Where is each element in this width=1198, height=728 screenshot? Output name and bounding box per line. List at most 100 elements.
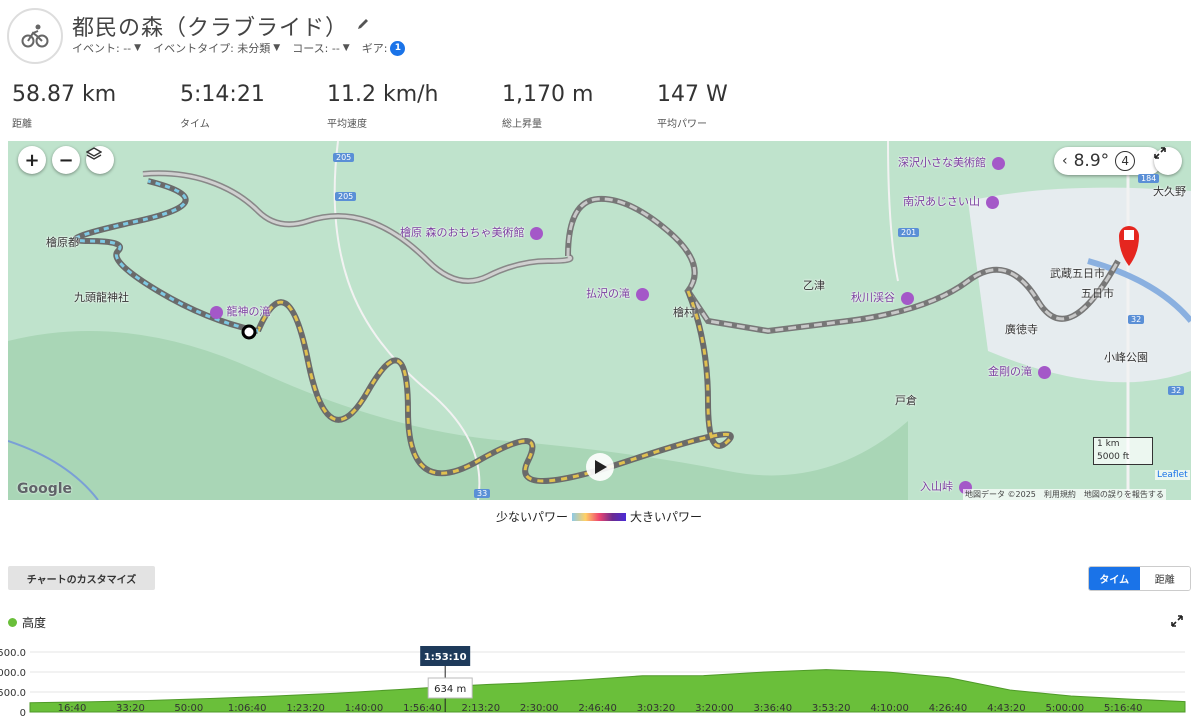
poi-icon (530, 226, 543, 240)
stat-avg-speed: 11.2 km/h 平均速度 (327, 82, 439, 130)
stat-label: 総上昇量 (502, 119, 542, 130)
x-tick-label: 3:20:00 (695, 703, 734, 714)
event-type-dropdown[interactable]: イベントタイプ: 未分類 ▼ (153, 40, 280, 56)
event-dropdown[interactable]: イベント: -- ▼ (72, 40, 141, 56)
toggle-time-button[interactable]: タイム (1089, 567, 1140, 590)
poi-label: 深沢小さな美術館 (898, 156, 986, 169)
poi-marker[interactable]: 龍神の滝 (208, 303, 271, 319)
gear-label: ギア: (361, 42, 388, 55)
course-dropdown[interactable]: コース: -- ▼ (292, 40, 350, 56)
x-tick-label: 2:13:20 (462, 703, 501, 714)
x-axis-toggle: タイム 距離 (1088, 566, 1191, 591)
poi-label: 払沢の滝 (586, 287, 630, 300)
legend-high: 大きいパワー (630, 510, 703, 524)
elevation-chart-title: 高度 (8, 614, 46, 631)
poi-marker[interactable]: 秋川渓谷 (851, 289, 914, 305)
bicycle-icon (21, 24, 49, 48)
gear-link[interactable]: ギア: 1 (362, 40, 406, 56)
x-tick-label: 4:26:40 (929, 703, 968, 714)
stat-time: 5:14:21 タイム (180, 82, 265, 130)
layers-icon (86, 147, 102, 160)
stat-label: タイム (180, 119, 210, 130)
tilt-control[interactable]: ‹ 8.9° 4 (1054, 147, 1162, 175)
road-shield: 33 (474, 489, 491, 498)
cursor-time-label: 1:53:10 (424, 652, 467, 663)
poi-icon (985, 195, 999, 209)
x-tick-label: 1:06:40 (228, 703, 267, 714)
x-tick-label: 50:00 (174, 703, 203, 714)
zoom-out-button[interactable]: − (52, 146, 80, 174)
poi-label: 金剛の滝 (988, 365, 1032, 378)
map-label: 乙津 (803, 279, 825, 292)
scale-km: 1 km (1093, 437, 1153, 451)
cycling-avatar (7, 8, 63, 64)
scale-ft: 5000 ft (1093, 451, 1153, 465)
x-tick-label: 33:20 (116, 703, 145, 714)
tilt-badge[interactable]: 4 (1115, 151, 1136, 171)
x-tick-label: 1:40:00 (345, 703, 384, 714)
y-tick-label: 0 (20, 708, 26, 719)
activity-title: 都民の森（クラブライド） (72, 16, 349, 41)
poi-marker[interactable]: 払沢の滝 (586, 285, 649, 301)
expand-icon (1154, 147, 1166, 159)
stat-value: 1,170 m (502, 82, 594, 107)
poi-icon (210, 305, 223, 319)
x-tick-label: 4:10:00 (870, 703, 909, 714)
map-scale: 1 km 5000 ft (1093, 437, 1153, 465)
toggle-distance-button[interactable]: 距離 (1139, 567, 1190, 590)
road-shield: 205 (333, 153, 355, 162)
road-shield: 205 (335, 192, 357, 201)
poi-label: 秋川渓谷 (851, 291, 895, 304)
activity-header: 都民の森（クラブライド） イベント: -- ▼ イベントタイプ: 未分類 ▼ コース… (0, 0, 1198, 70)
poi-label: 檜原 森のおもちゃ美術館 (400, 226, 525, 239)
elevation-chart[interactable]: 1,500.0 1,000.0 500.0 0 16:40 33:20 50:00 1:06:… (0, 636, 1198, 728)
fullscreen-button[interactable] (1154, 147, 1182, 175)
map-attribution[interactable]: 地図データ ©2025 利用規約 地図の誤りを報告する (963, 489, 1166, 500)
series-color-dot (8, 618, 17, 627)
poi-icon (635, 287, 649, 301)
poi-label: 南沢あじさい山 (903, 195, 980, 208)
google-logo: Google (17, 481, 73, 497)
stat-label: 平均速度 (327, 119, 367, 130)
stat-elevation-gain: 1,170 m 総上昇量 (502, 82, 593, 130)
poi-marker[interactable]: 檜原 森のおもちゃ美術館 (400, 224, 543, 240)
layers-button[interactable] (86, 146, 114, 174)
stats-row: 58.87 km 距離 5:14:21 タイム 11.2 km/h 平均速度 1,17… (0, 82, 1198, 132)
x-tick-label: 1:23:20 (286, 703, 325, 714)
map-label: 九頭龍神社 (74, 291, 129, 304)
event-type-label: イベントタイプ: 未分類 (153, 42, 271, 55)
poi-marker[interactable]: 金剛の滝 (988, 363, 1051, 379)
poi-marker[interactable]: 深沢小さな美術館 (898, 154, 1005, 170)
expand-chart-icon[interactable] (1170, 614, 1184, 628)
stat-distance: 58.87 km 距離 (12, 82, 116, 130)
elevation-title-label: 高度 (22, 616, 47, 630)
map-label: 戸倉 (895, 394, 917, 407)
stat-value: 58.87 km (12, 82, 117, 107)
poi-label: 龍神の滝 (226, 305, 271, 318)
poi-marker[interactable]: 南沢あじさい山 (903, 193, 999, 209)
road-shield: 32 (1168, 386, 1185, 395)
legend-low: 少ないパワー (495, 510, 568, 524)
gear-count-badge: 1 (390, 40, 406, 56)
map-label: 小峰公園 (1104, 351, 1148, 364)
chevron-left-icon[interactable]: ‹ (1062, 153, 1068, 169)
caret-down-icon: ▼ (342, 43, 350, 53)
x-tick-label: 3:53:20 (812, 703, 851, 714)
map-label: 檜原都 (46, 236, 79, 249)
x-tick-label: 16:40 (58, 703, 87, 714)
map-label: 五日市 (1081, 287, 1114, 300)
map-label: 廣徳寺 (1005, 323, 1038, 336)
map-label: 檜村 (673, 306, 695, 319)
stat-value: 147 W (657, 82, 728, 107)
customize-chart-button[interactable]: チャートのカスタマイズ (8, 566, 155, 590)
tilt-value: 8.9° (1073, 151, 1110, 171)
x-tick-label: 1:56:40 (403, 703, 442, 714)
zoom-in-button[interactable]: + (18, 146, 46, 174)
x-tick-label: 3:36:40 (754, 703, 793, 714)
route-map[interactable]: + − ‹ 8.9° 4 檜原都 九頭龍神社 乙津 戸倉 大久野 武蔵五日市 五… (8, 141, 1191, 500)
leaflet-link[interactable]: Leaflet (1155, 470, 1190, 480)
poi-icon (1037, 365, 1051, 379)
edit-pencil-icon[interactable] (355, 16, 371, 32)
stat-value: 11.2 km/h (327, 82, 439, 107)
power-gradient-bar (572, 512, 626, 521)
